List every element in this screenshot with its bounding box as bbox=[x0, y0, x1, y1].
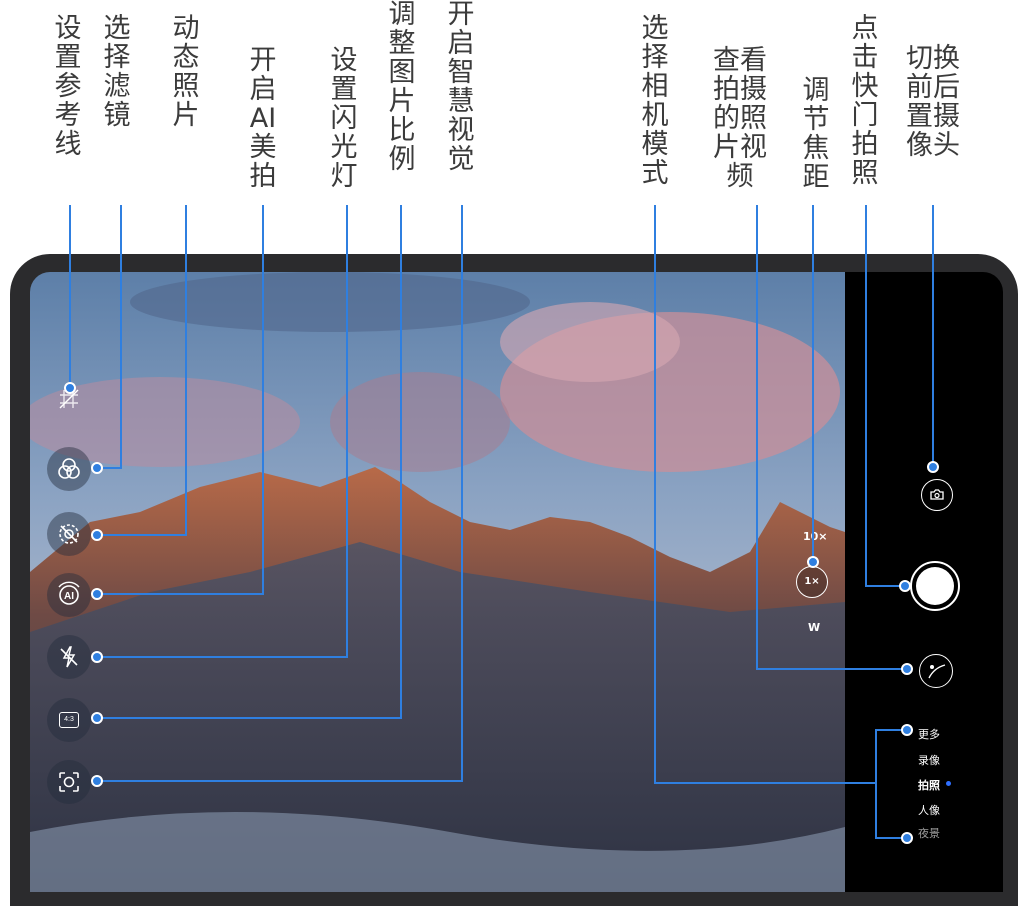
mode-item-photo[interactable]: 拍照 bbox=[918, 777, 940, 793]
mode-item-portrait[interactable]: 人像 bbox=[918, 802, 940, 818]
gallery-button[interactable] bbox=[919, 654, 953, 688]
ai-icon: AI bbox=[58, 581, 80, 605]
aspect-ratio-button[interactable]: 4:3 bbox=[47, 698, 91, 742]
switch-camera-button[interactable] bbox=[921, 479, 953, 511]
filter-icon bbox=[58, 458, 80, 479]
gallery-icon bbox=[928, 664, 946, 679]
shutter-inner bbox=[916, 567, 954, 605]
label-gallery: 查看拍摄的照片视频 bbox=[713, 45, 767, 192]
ai-beauty-button[interactable]: AI bbox=[47, 573, 91, 617]
switch-camera-icon bbox=[930, 489, 944, 500]
flash-button[interactable] bbox=[47, 635, 91, 679]
ai-lens-icon bbox=[59, 772, 79, 792]
moving-picture-off-icon bbox=[59, 524, 79, 544]
zoom-dial[interactable]: 1× bbox=[796, 566, 828, 598]
svg-text:AI: AI bbox=[64, 591, 74, 602]
zoom-current-label: 1× bbox=[804, 576, 820, 587]
active-mode-dot bbox=[946, 781, 951, 786]
mode-item-night[interactable]: 夜景 bbox=[918, 825, 940, 841]
zoom-wide-label: W bbox=[808, 621, 821, 634]
aspect-ratio-icon: 4:3 bbox=[59, 712, 79, 728]
filter-button[interactable] bbox=[47, 447, 91, 491]
viewfinder bbox=[30, 272, 845, 892]
grid-off-icon bbox=[59, 389, 79, 409]
ai-lens-button[interactable] bbox=[47, 760, 91, 804]
moving-picture-button[interactable] bbox=[47, 512, 91, 556]
flash-off-icon bbox=[60, 646, 78, 668]
mountain-scene bbox=[30, 272, 845, 892]
mode-item-video[interactable]: 录像 bbox=[918, 752, 940, 768]
reference-lines-button[interactable] bbox=[47, 377, 91, 421]
mode-item-more[interactable]: 更多 bbox=[918, 726, 940, 742]
zoom-tele-label: 10× bbox=[803, 530, 828, 543]
shutter-button[interactable] bbox=[910, 561, 960, 611]
